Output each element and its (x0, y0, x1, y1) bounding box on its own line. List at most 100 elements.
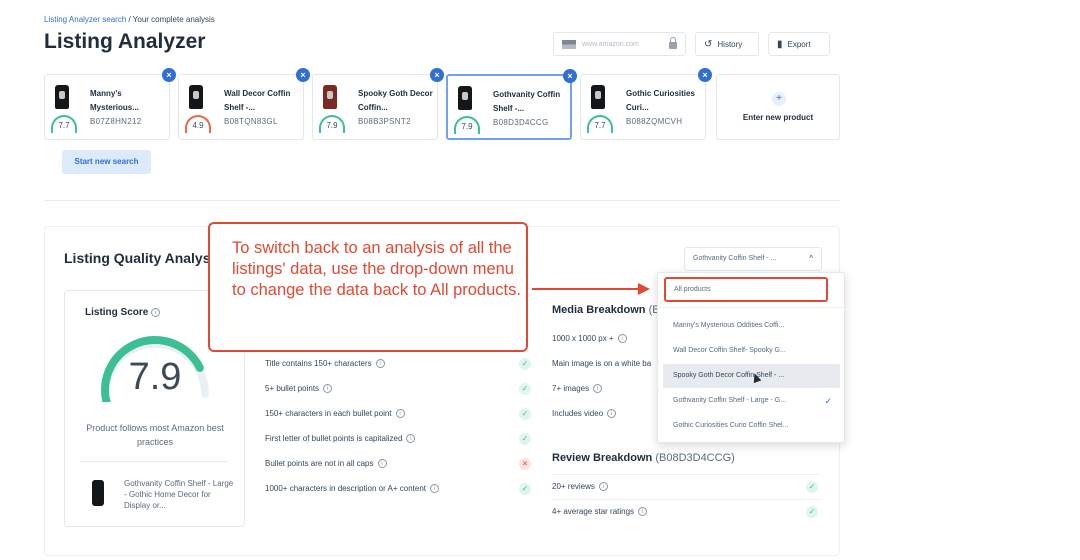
check-label: 5+ bullet points (265, 384, 320, 393)
export-button[interactable]: ▮ Export (768, 32, 830, 56)
annotation-arrow-head (638, 283, 650, 295)
dropdown-option[interactable]: Gothic Curiosities Curio Coffin Shel... (663, 414, 840, 438)
info-icon[interactable]: i (377, 459, 387, 468)
check-label: Bullet points are not in all caps (265, 459, 374, 468)
product-score-badge: 7.7 (587, 115, 613, 133)
check-row: Title contains 150+ characters i (265, 359, 385, 368)
history-label: History (717, 39, 743, 49)
check-label: 20+ reviews (552, 482, 595, 491)
listing-score-label: Listing Score i (85, 307, 161, 318)
info-icon[interactable]: i (395, 409, 405, 418)
product-name: Gothic Curiosities Curi... (626, 89, 695, 112)
product-score-badge: 7.9 (454, 116, 480, 134)
product-thumbnail (458, 86, 472, 110)
product-score-badge: 7.9 (319, 115, 345, 133)
product-asin: B08D3D4CCG (493, 118, 549, 127)
export-icon: ▮ (777, 38, 783, 50)
product-score-badge: 7.7 (51, 115, 77, 133)
remove-icon[interactable]: × (563, 69, 577, 83)
check-row: Bullet points are not in all caps i (265, 459, 387, 468)
dropdown-option-all-products[interactable]: All products (664, 277, 828, 302)
info-icon[interactable]: i (323, 384, 333, 393)
product-thumbnail (591, 85, 605, 109)
enter-new-product-label: Enter new product (742, 113, 814, 122)
flag-icon (562, 39, 576, 49)
divider (44, 200, 840, 201)
analyzed-product-name: Gothvanity Coffin Shelf - Large - Gothic… (124, 479, 234, 510)
check-row: First letter of bullet points is capital… (265, 434, 416, 443)
check-row: 1000 x 1000 px + i (552, 334, 627, 343)
check-label: Main image is on a white ba (552, 359, 652, 368)
start-new-search-button[interactable]: Start new search (62, 150, 151, 174)
page-title: Listing Analyzer (44, 30, 206, 53)
media-breakdown-heading: Media Breakdown (B (552, 304, 660, 316)
check-row: Main image is on a white ba (552, 359, 651, 368)
check-icon: ✓ (519, 358, 531, 370)
dropdown-selected: Gothvanity Coffin Shelf - ... (693, 255, 777, 262)
breadcrumb: Listing Analyzer search / Your complete … (44, 15, 215, 24)
review-heading-text: Review Breakdown (552, 452, 653, 464)
divider (658, 307, 844, 308)
review-heading-asin: (B08D3D4CCG) (655, 452, 735, 464)
media-heading-text: Media Breakdown (552, 304, 646, 316)
info-icon[interactable]: i (375, 359, 385, 368)
chevron-up-icon: ^ (809, 254, 813, 263)
product-card[interactable]: Wall Decor Coffin Shelf -... 4.9 B08TQN8… (178, 68, 310, 140)
listing-score-text: Listing Score (85, 307, 149, 318)
divider (552, 474, 820, 475)
info-icon[interactable]: i (593, 384, 603, 393)
check-row: 5+ bullet points i (265, 384, 333, 393)
product-thumbnail (92, 480, 104, 506)
lock-icon (669, 37, 677, 49)
info-icon[interactable]: i (638, 507, 648, 516)
product-card[interactable]: Spooky Goth Decor Coffin... 7.9 B08B3PSN… (312, 68, 444, 140)
annotation-arrow (532, 288, 640, 290)
listing-score-description: Product follows most Amazon best practic… (86, 423, 224, 447)
check-icon: ✓ (519, 383, 531, 395)
check-row: 7+ images i (552, 384, 603, 393)
breadcrumb-link[interactable]: Listing Analyzer search (44, 15, 126, 24)
info-icon[interactable]: i (430, 484, 439, 493)
product-card[interactable]: Gothic Curiosities Curi... 7.7 B088ZQMCV… (580, 68, 712, 140)
info-icon[interactable]: i (406, 434, 416, 443)
info-icon[interactable]: i (598, 482, 608, 491)
enter-new-product-card[interactable]: + Enter new product (716, 74, 840, 140)
export-label: Export (787, 39, 811, 49)
review-breakdown-heading: Review Breakdown (B08D3D4CCG) (552, 452, 735, 464)
product-filter-dropdown[interactable]: Gothvanity Coffin Shelf - ... ^ (684, 247, 822, 271)
product-thumbnail (323, 85, 337, 109)
info-icon[interactable]: i (151, 307, 161, 317)
dropdown-option[interactable]: Manny's Mysterious Oddities Coffi... (663, 314, 840, 338)
analysis-title: Listing Quality Analys (64, 250, 211, 266)
check-label: 4+ average star ratings (552, 507, 635, 516)
check-icon: ✓ (519, 408, 531, 420)
product-asin: B08TQN83GL (224, 117, 278, 126)
check-row: 1000+ characters in description or A+ co… (265, 484, 439, 493)
remove-icon[interactable]: × (296, 68, 310, 82)
divider (552, 499, 820, 500)
check-label: Includes video (552, 409, 604, 418)
product-asin: B07Z8HN212 (90, 117, 142, 126)
product-name: Gothvanity Coffin Shelf -... (493, 90, 561, 113)
remove-icon[interactable]: × (698, 68, 712, 82)
check-label: 1000 x 1000 px + (552, 334, 614, 343)
check-icon: ✓ (806, 506, 818, 518)
remove-icon[interactable]: × (430, 68, 444, 82)
info-icon[interactable]: i (607, 409, 617, 418)
product-card[interactable]: Manny's Mysterious... 7.7 B07Z8HN212 × (44, 68, 176, 140)
check-icon: ✓ (806, 481, 818, 493)
info-icon[interactable]: i (617, 334, 627, 343)
dropdown-option-selected[interactable]: Gothvanity Coffin Shelf - Large - G... ✓ (663, 389, 840, 413)
product-card-selected[interactable]: Gothvanity Coffin Shelf -... 7.9 B08D3D4… (446, 69, 577, 140)
product-asin: B08B3PSNT2 (358, 117, 411, 126)
history-icon: ↺ (704, 38, 713, 50)
history-button[interactable]: ↺ History (695, 32, 759, 56)
cross-icon: × (519, 458, 531, 470)
marketplace-url-field[interactable]: www.amazon.com (553, 32, 686, 56)
check-row: 4+ average star ratings i (552, 507, 648, 516)
dropdown-option[interactable]: Wall Decor Coffin Shelf- Spooky G... (663, 339, 840, 363)
check-row: 150+ characters in each bullet point i (265, 409, 405, 418)
product-thumbnail (55, 85, 69, 109)
remove-icon[interactable]: × (162, 68, 176, 82)
check-label: Title contains 150+ characters (265, 359, 372, 368)
